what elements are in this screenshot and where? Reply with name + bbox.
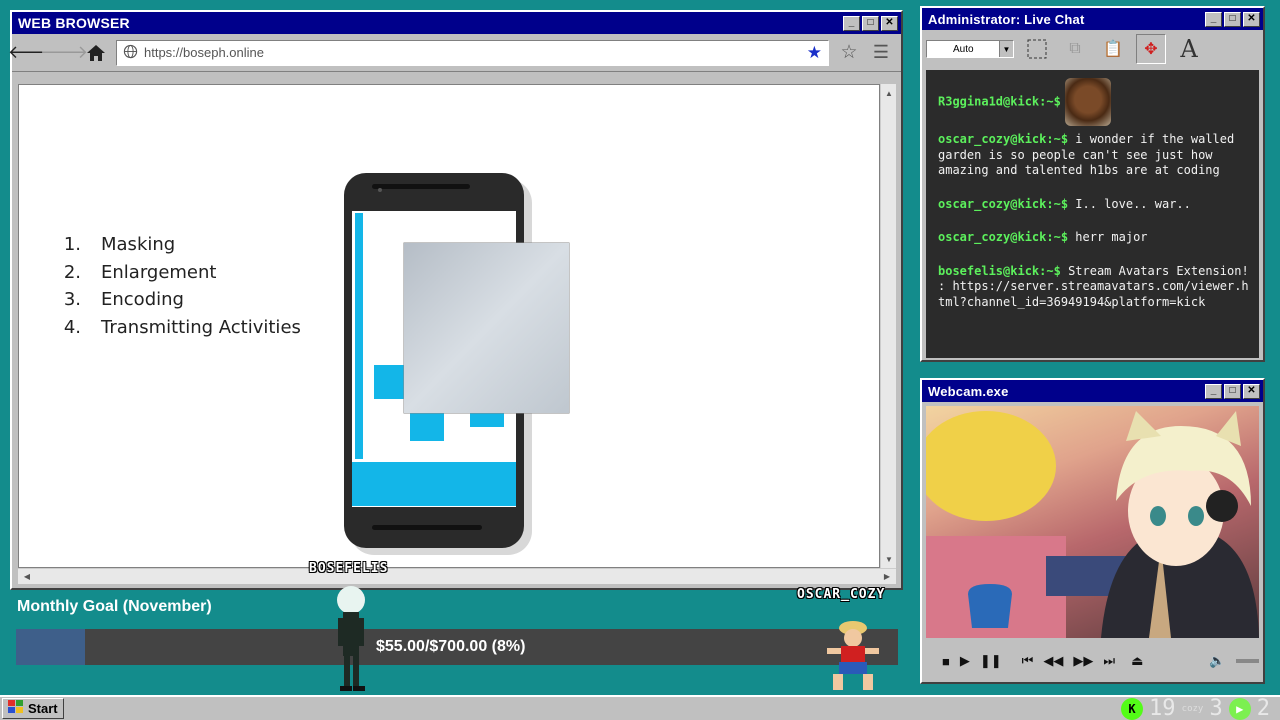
address-bar[interactable]: https://boseph.online ★ (116, 39, 829, 66)
rewind-icon[interactable]: ◀◀ (1043, 653, 1063, 669)
paste-icon[interactable]: 📋 (1098, 34, 1128, 64)
webcam-window: Webcam.exe _ □ ✕ ■ ▶ ❚❚ ⏮ ◀◀ ▶▶ ⏭ ⏏ 🔈 (920, 378, 1265, 684)
kick-viewer-count: 19 (1149, 696, 1176, 720)
emote-image (1064, 78, 1111, 126)
marquee-select-icon[interactable] (1022, 34, 1052, 64)
goal-progress-text: $55.00/$700.00 (8%) (376, 638, 526, 655)
browser-titlebar[interactable]: WEB BROWSER _ □ ✕ (12, 12, 901, 34)
maximize-button[interactable]: □ (1224, 383, 1241, 399)
vertical-scrollbar[interactable]: ▲ ▼ (880, 84, 896, 568)
maximize-button[interactable]: □ (1224, 11, 1241, 27)
chat-message: oscar_cozy@kick:~$ I.. love.. war.. (938, 196, 1191, 211)
play-icon[interactable]: ▶ (960, 653, 970, 669)
list-item: 3. Encoding (63, 289, 184, 311)
text-tool-icon[interactable]: A (1174, 34, 1204, 64)
list-item: 4. Transmitting Activities (63, 316, 301, 338)
chat-title: Administrator: Live Chat (928, 11, 1085, 27)
start-label: Start (28, 701, 58, 716)
maximize-button[interactable]: □ (862, 15, 879, 31)
close-button[interactable]: ✕ (1243, 383, 1260, 399)
chat-titlebar[interactable]: Administrator: Live Chat _ □ ✕ (922, 8, 1263, 30)
pixel-avatar-sprite (337, 586, 365, 691)
close-button[interactable]: ✕ (1243, 11, 1260, 27)
slide-list: 1. Masking 2. Enlargement 3. Encoding 4. Tra… (33, 231, 301, 341)
taskbar: Start (0, 695, 1280, 720)
fast-forward-icon[interactable]: ▶▶ (1073, 653, 1093, 669)
webcam-titlebar[interactable]: Webcam.exe _ □ ✕ (922, 380, 1263, 402)
cozy-logo-icon: cozy (1181, 703, 1204, 714)
volume-icon[interactable]: 🔈 (1209, 653, 1225, 669)
menu-icon[interactable]: ☰ (869, 41, 893, 65)
browser-window: WEB BROWSER _ □ ✕ 🡐 🡒 https://boseph.onl… (8, 10, 903, 590)
chat-message: R3ggina1d@kick:~$ (938, 78, 1249, 126)
browser-title: WEB BROWSER (18, 15, 130, 31)
list-item: 2. Enlargement (63, 261, 217, 283)
pixel-avatar-sprite (827, 621, 879, 690)
bookmark-star-filled-icon[interactable]: ★ (807, 43, 822, 63)
other-viewer-count: 2 (1256, 696, 1270, 720)
anime-avatar-image (926, 411, 1259, 638)
webcam-title: Webcam.exe (928, 383, 1009, 399)
stop-icon[interactable]: ■ (942, 654, 950, 669)
skip-back-icon[interactable]: ⏮ (1022, 653, 1034, 669)
phone-illustration (344, 173, 570, 555)
bookmark-star-icon[interactable]: ☆ (837, 41, 861, 65)
web-page-content: 1. Masking 2. Enlargement 3. Encoding 4. Tra… (18, 84, 880, 568)
media-controls: ■ ▶ ❚❚ ⏮ ◀◀ ▶▶ ⏭ ⏏ 🔈 (926, 646, 1259, 676)
minimize-button[interactable]: _ (843, 15, 860, 31)
horizontal-scrollbar[interactable]: ◀ ▶ (18, 568, 896, 584)
avatar-name-tag: OSCAR_COZY (797, 587, 886, 602)
cozy-viewer-count: 3 (1209, 696, 1223, 720)
minimize-button[interactable]: _ (1205, 383, 1222, 399)
globe-icon (123, 44, 138, 62)
chat-message: oscar_cozy@kick:~$ herr major (938, 230, 1148, 244)
url-text: https://boseph.online (144, 45, 264, 60)
stream-stats: K 19 cozy 3 ▶ 2 (1121, 696, 1270, 720)
windows-logo-icon (8, 700, 24, 717)
scroll-left-icon[interactable]: ◀ (20, 569, 34, 583)
font-size-select[interactable]: Auto ▼ (926, 40, 1014, 58)
avatar-name-tag: BOSEFELIS (309, 561, 389, 576)
chat-messages: R3ggina1d@kick:~$ oscar_cozy@kick:~$ i w… (926, 70, 1259, 358)
minimize-button[interactable]: _ (1205, 11, 1222, 27)
goal-progress-fill (16, 629, 86, 665)
chevron-down-icon: ▼ (999, 41, 1013, 57)
chat-message: bosefelis@kick:~$ Stream Avatars Extensi… (938, 263, 1249, 309)
kick-logo-icon: K (1121, 697, 1143, 720)
close-button[interactable]: ✕ (881, 15, 898, 31)
home-icon[interactable] (84, 41, 108, 65)
play-circle-icon: ▶ (1228, 697, 1251, 720)
webcam-video (926, 406, 1259, 638)
browser-toolbar: 🡐 🡒 https://boseph.online ★ ☆ ☰ (8, 34, 901, 72)
live-chat-window: Administrator: Live Chat _ □ ✕ Auto ▼ ⧉ … (920, 6, 1265, 362)
copy-icon[interactable]: ⧉ (1060, 34, 1090, 64)
start-button[interactable]: Start (2, 698, 64, 719)
skip-forward-icon[interactable]: ⏭ (1103, 653, 1115, 669)
scroll-right-icon[interactable]: ▶ (880, 569, 894, 583)
scroll-down-icon[interactable]: ▼ (882, 552, 896, 566)
volume-slider[interactable] (1235, 659, 1259, 663)
forward-arrow-icon[interactable]: 🡒 (40, 41, 88, 65)
scroll-up-icon[interactable]: ▲ (882, 86, 896, 100)
chat-toolbar: Auto ▼ ⧉ 📋 ✥ A (922, 30, 1263, 68)
chat-message: oscar_cozy@kick:~$ i wonder if the walle… (938, 132, 1235, 177)
goal-title: Monthly Goal (November) (17, 598, 212, 615)
list-item: 1. Masking (63, 234, 176, 256)
move-icon[interactable]: ✥ (1136, 34, 1166, 64)
eject-icon[interactable]: ⏏ (1131, 653, 1143, 669)
pause-icon[interactable]: ❚❚ (980, 653, 1002, 669)
